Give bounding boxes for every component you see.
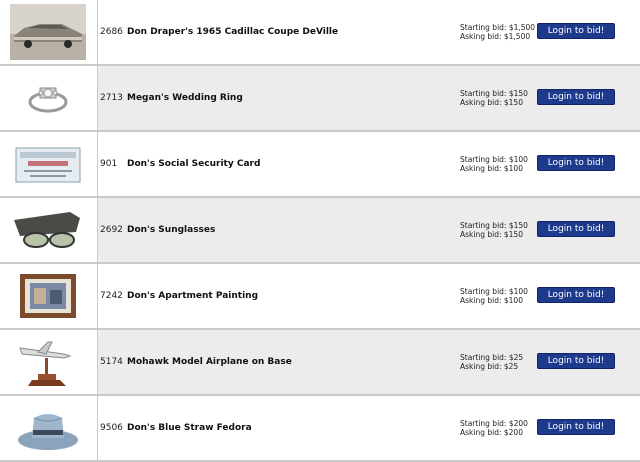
item-title[interactable]: Mohawk Model Airplane on Base <box>127 330 292 394</box>
auction-row: 5174 Mohawk Model Airplane on Base Start… <box>0 330 640 396</box>
painting-thumbnail[interactable] <box>10 268 86 324</box>
auction-row: 9506 Don's Blue Straw Fedora Starting bi… <box>0 396 640 462</box>
starting-bid: Starting bid: $1,500 <box>460 23 536 32</box>
thumbnail-cell <box>0 396 98 460</box>
starting-bid: Starting bid: $100 <box>460 155 528 164</box>
login-to-bid-button[interactable]: Login to bid! <box>537 353 615 369</box>
item-title[interactable]: Don's Sunglasses <box>127 198 215 262</box>
login-to-bid-button[interactable]: Login to bid! <box>537 89 615 105</box>
bid-info: Starting bid: $200 Asking bid: $200 <box>460 396 528 460</box>
login-to-bid-button[interactable]: Login to bid! <box>537 221 615 237</box>
asking-bid: Asking bid: $150 <box>460 98 523 107</box>
asking-bid: Asking bid: $25 <box>460 362 519 371</box>
lot-number: 901 <box>100 159 118 169</box>
item-title[interactable]: Don's Blue Straw Fedora <box>127 396 252 460</box>
starting-bid: Starting bid: $200 <box>460 419 528 428</box>
login-to-bid-button[interactable]: Login to bid! <box>537 419 615 435</box>
asking-bid: Asking bid: $200 <box>460 428 523 437</box>
thumbnail-cell <box>0 0 98 64</box>
login-to-bid-button[interactable]: Login to bid! <box>537 23 615 39</box>
bid-info: Starting bid: $25 Asking bid: $25 <box>460 330 523 394</box>
asking-bid: Asking bid: $100 <box>460 296 523 305</box>
lot-number: 9506 <box>100 423 123 433</box>
auction-row: 7242 Don's Apartment Painting Starting b… <box>0 264 640 330</box>
fedora-thumbnail[interactable] <box>10 400 86 456</box>
auction-row: 2692 Don's Sunglasses Starting bid: $150… <box>0 198 640 264</box>
starting-bid: Starting bid: $100 <box>460 287 528 296</box>
thumbnail-cell <box>0 66 98 130</box>
bid-info: Starting bid: $100 Asking bid: $100 <box>460 132 528 196</box>
starting-bid: Starting bid: $150 <box>460 89 528 98</box>
thumbnail-cell <box>0 198 98 262</box>
car-thumbnail[interactable] <box>10 4 86 60</box>
auction-row: 2686 Don Draper's 1965 Cadillac Coupe De… <box>0 0 640 66</box>
bid-info: Starting bid: $150 Asking bid: $150 <box>460 198 528 262</box>
lot-number: 5174 <box>100 357 123 367</box>
item-title[interactable]: Don Draper's 1965 Cadillac Coupe DeVille <box>127 0 338 64</box>
asking-bid: Asking bid: $1,500 <box>460 32 531 41</box>
auction-row: 2713 Megan's Wedding Ring Starting bid: … <box>0 66 640 132</box>
auction-list: 2686 Don Draper's 1965 Cadillac Coupe De… <box>0 0 640 462</box>
item-title[interactable]: Megan's Wedding Ring <box>127 66 243 130</box>
card-thumbnail[interactable] <box>10 136 86 192</box>
bid-info: Starting bid: $150 Asking bid: $150 <box>460 66 528 130</box>
sunglasses-thumbnail[interactable] <box>10 202 86 258</box>
login-to-bid-button[interactable]: Login to bid! <box>537 287 615 303</box>
login-to-bid-button[interactable]: Login to bid! <box>537 155 615 171</box>
auction-row: 901 Don's Social Security Card Starting … <box>0 132 640 198</box>
lot-number: 2686 <box>100 27 123 37</box>
asking-bid: Asking bid: $100 <box>460 164 523 173</box>
thumbnail-cell <box>0 330 98 394</box>
thumbnail-cell <box>0 264 98 328</box>
lot-number: 2713 <box>100 93 123 103</box>
ring-thumbnail[interactable] <box>10 70 86 126</box>
item-title[interactable]: Don's Social Security Card <box>127 132 260 196</box>
airplane-thumbnail[interactable] <box>10 334 86 390</box>
asking-bid: Asking bid: $150 <box>460 230 523 239</box>
lot-number: 7242 <box>100 291 123 301</box>
bid-info: Starting bid: $100 Asking bid: $100 <box>460 264 528 328</box>
thumbnail-cell <box>0 132 98 196</box>
lot-number: 2692 <box>100 225 123 235</box>
item-title[interactable]: Don's Apartment Painting <box>127 264 258 328</box>
starting-bid: Starting bid: $150 <box>460 221 528 230</box>
bid-info: Starting bid: $1,500 Asking bid: $1,500 <box>460 0 535 64</box>
starting-bid: Starting bid: $25 <box>460 353 524 362</box>
